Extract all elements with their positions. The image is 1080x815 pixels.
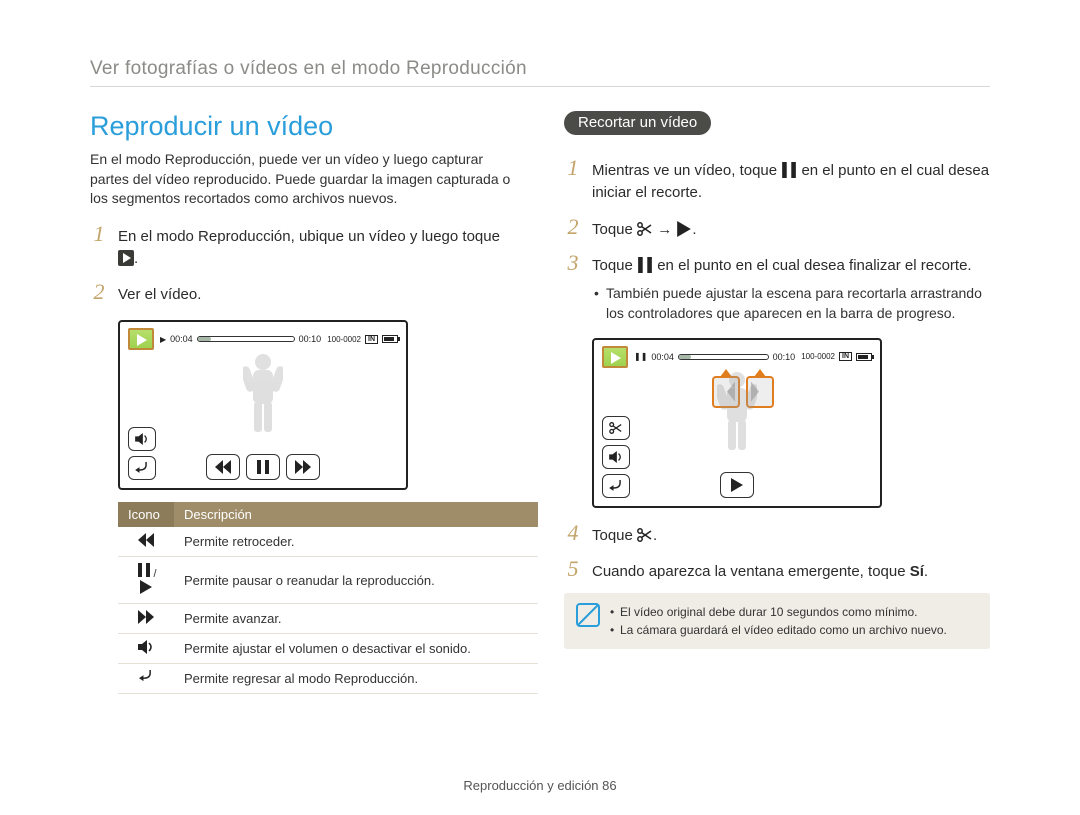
figure-silhouette bbox=[717, 370, 757, 452]
scissors-button bbox=[602, 416, 630, 440]
table-desc: Permite pausar o reanudar la reproducció… bbox=[174, 557, 538, 604]
volume-button bbox=[602, 445, 630, 469]
step-number: 2 bbox=[90, 279, 108, 305]
step-text: En el modo Reproducción, ubique un vídeo… bbox=[118, 226, 516, 270]
progress-bar bbox=[678, 354, 769, 360]
file-number: 100-0002 bbox=[801, 352, 835, 361]
battery-icon bbox=[382, 335, 398, 343]
table-row: Permite ajustar el volumen o desactivar … bbox=[118, 634, 538, 664]
breadcrumb: Ver fotografías o vídeos en el modo Repr… bbox=[90, 58, 990, 80]
sub-bullet: También puede ajustar la escena para rec… bbox=[594, 283, 990, 324]
table-desc: Permite avanzar. bbox=[174, 604, 538, 634]
intro-text: En el modo Reproducción, puede ver un ví… bbox=[90, 150, 516, 209]
play-button bbox=[720, 472, 754, 498]
play-icon bbox=[676, 221, 692, 237]
trim-screenshot: ❚❚ 00:04 00:10 100-0002 IN bbox=[592, 338, 882, 508]
step-text: Mientras ve un vídeo, toque en el punto … bbox=[592, 160, 990, 204]
thumbnail-icon bbox=[128, 328, 154, 350]
table-header-icon: Icono bbox=[118, 502, 174, 527]
step-number: 5 bbox=[564, 556, 582, 582]
right-column: Recortar un vídeo 1 Mientras ve un vídeo… bbox=[564, 111, 990, 694]
pause-button bbox=[246, 454, 280, 480]
back-button bbox=[128, 456, 156, 480]
file-number: 100-0002 bbox=[327, 335, 361, 344]
table-desc: Permite regresar al modo Reproducción. bbox=[174, 664, 538, 694]
table-row: Permite retroceder. bbox=[118, 527, 538, 557]
scissors-icon bbox=[637, 527, 653, 543]
table-row: Permite avanzar. bbox=[118, 604, 538, 634]
video-player-screenshot: ▶ 00:04 00:10 100-0002 IN bbox=[118, 320, 408, 490]
storage-icon: IN bbox=[365, 335, 378, 344]
rewind-button bbox=[206, 454, 240, 480]
progress-bar bbox=[197, 336, 295, 342]
subsection-pill: Recortar un vídeo bbox=[564, 111, 711, 135]
step-text: Toque en el punto en el cual desea final… bbox=[592, 255, 972, 277]
table-header-desc: Descripción bbox=[174, 502, 538, 527]
time-total: 00:10 bbox=[773, 352, 796, 362]
play-icon bbox=[137, 580, 155, 594]
step-text: Cuando aparezca la ventana emergente, to… bbox=[592, 561, 928, 583]
back-icon bbox=[137, 670, 155, 684]
note-icon bbox=[576, 603, 600, 627]
forward-icon bbox=[137, 610, 155, 624]
thumbnail-icon bbox=[602, 346, 628, 368]
table-row: Permite regresar al modo Reproducción. bbox=[118, 664, 538, 694]
back-button bbox=[602, 474, 630, 498]
step-number: 3 bbox=[564, 250, 582, 276]
battery-icon bbox=[856, 353, 872, 361]
step-number: 2 bbox=[564, 214, 582, 240]
forward-button bbox=[286, 454, 320, 480]
note-box: El vídeo original debe durar 10 segundos… bbox=[564, 593, 990, 649]
left-column: Reproducir un vídeo En el modo Reproducc… bbox=[90, 111, 516, 694]
figure-silhouette bbox=[243, 352, 283, 434]
divider bbox=[90, 86, 990, 87]
step-text: Ver el vídeo. bbox=[118, 284, 201, 306]
table-desc: Permite ajustar el volumen o desactivar … bbox=[174, 634, 538, 664]
note-item: El vídeo original debe durar 10 segundos… bbox=[610, 603, 947, 621]
volume-icon bbox=[137, 640, 155, 654]
time-current: 00:04 bbox=[651, 352, 674, 362]
step-number: 1 bbox=[564, 155, 582, 181]
pause-icon bbox=[781, 162, 797, 178]
storage-icon: IN bbox=[839, 352, 852, 361]
note-item: La cámara guardará el vídeo editado como… bbox=[610, 621, 947, 639]
step-text: Toque → . bbox=[592, 219, 697, 241]
icon-description-table: Icono Descripción Permite retroceder. / … bbox=[118, 502, 538, 694]
scissors-icon bbox=[637, 221, 653, 237]
section-title: Reproducir un vídeo bbox=[90, 111, 516, 142]
time-total: 00:10 bbox=[299, 334, 322, 344]
table-row: / Permite pausar o reanudar la reproducc… bbox=[118, 557, 538, 604]
pause-icon bbox=[135, 563, 153, 577]
pause-icon bbox=[637, 257, 653, 273]
step-text: Toque . bbox=[592, 525, 657, 547]
step-number: 1 bbox=[90, 221, 108, 247]
step-number: 4 bbox=[564, 520, 582, 546]
play-square-icon bbox=[118, 250, 134, 266]
page-footer: Reproducción y edición 86 bbox=[0, 778, 1080, 793]
rewind-icon bbox=[137, 533, 155, 547]
table-desc: Permite retroceder. bbox=[174, 527, 538, 557]
time-current: 00:04 bbox=[170, 334, 193, 344]
volume-button bbox=[128, 427, 156, 451]
